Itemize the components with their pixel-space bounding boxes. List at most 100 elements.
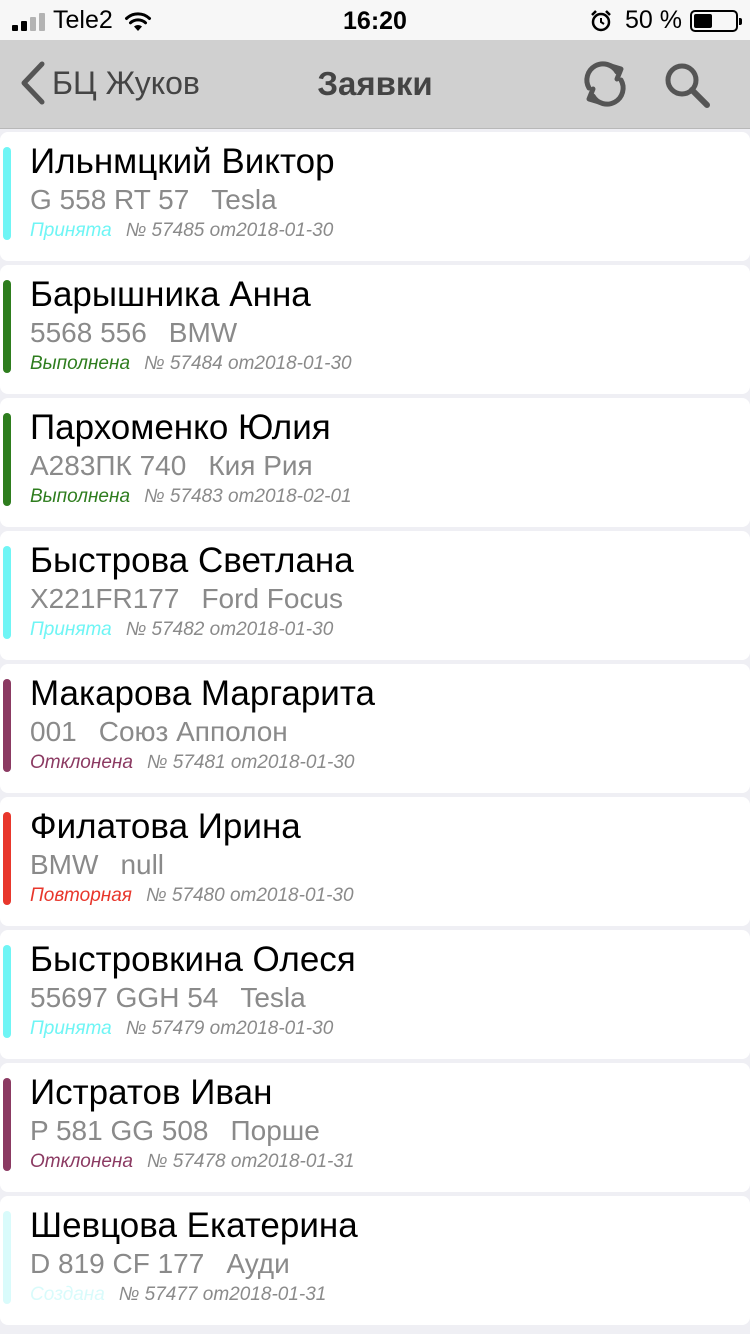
vehicle-model: Союз Апполон: [98, 716, 288, 747]
status-color-bar: [3, 945, 11, 1038]
vehicle-plate: D 819 CF 177: [30, 1248, 205, 1279]
status-color-bar: [3, 1078, 11, 1171]
request-number: № 57481: [146, 752, 226, 773]
request-status: Отклонена: [30, 752, 133, 773]
request-date: от2018-01-30: [229, 885, 354, 906]
back-button[interactable]: БЦ Жуков: [18, 60, 200, 106]
vehicle-plate: X221FR177: [30, 583, 180, 614]
vehicle-info: D 819 CF 177 Ауди: [30, 1248, 290, 1280]
request-date: от2018-01-30: [228, 353, 352, 374]
client-name: Ильнмцкий Виктор: [30, 142, 335, 181]
request-meta: Повторная № 57480 от2018-01-30: [30, 885, 354, 907]
request-list-item[interactable]: Шевцова Екатерина D 819 CF 177 Ауди Создана…: [0, 1196, 750, 1325]
request-meta: Выполнена № 57484 от2018-01-30: [30, 353, 352, 375]
vehicle-plate: А283ПК 740: [30, 450, 187, 481]
request-meta: Принята № 57485 от2018-01-30: [30, 220, 333, 242]
navigation-bar: БЦ Жуков Заявки: [0, 40, 750, 129]
request-list-item[interactable]: Барышника Анна 5568 556 BMW Выполнена № 5748…: [0, 265, 750, 394]
status-color-bar: [3, 546, 11, 639]
vehicle-model: null: [120, 849, 165, 880]
request-list-item[interactable]: Быстрова Светлана X221FR177 Ford Focus Прин…: [0, 531, 750, 660]
request-number: № 57479: [125, 1018, 205, 1039]
battery-percentage: 50 %: [625, 6, 682, 34]
request-number: № 57483: [144, 486, 223, 507]
request-list-item[interactable]: Быстровкина Олеся 55697 GGH 54 Tesla Принят…: [0, 930, 750, 1059]
status-color-bar: [3, 679, 11, 772]
request-number: № 57480: [145, 885, 225, 906]
request-meta: Выполнена № 57483 от2018-02-01: [30, 486, 352, 508]
request-meta: Отклонена № 57481 от2018-01-30: [30, 752, 354, 774]
status-color-bar: [3, 280, 11, 373]
vehicle-plate: BMW: [30, 849, 99, 880]
client-name: Макарова Маргарита: [30, 674, 375, 713]
request-list-item[interactable]: Ильнмцкий Виктор G 558 RT 57 Tesla Принята №…: [0, 132, 750, 261]
client-name: Филатова Ирина: [30, 807, 301, 846]
request-status: Принята: [30, 619, 112, 640]
request-number: № 57482: [125, 619, 205, 640]
request-date: от2018-01-30: [209, 1018, 334, 1039]
vehicle-model: Кия Рия: [208, 450, 313, 481]
vehicle-model: Порше: [230, 1115, 320, 1146]
request-date: от2018-01-31: [202, 1284, 327, 1305]
battery-icon: [690, 9, 742, 32]
request-date: от2018-01-31: [230, 1151, 355, 1172]
request-date: от2018-01-30: [230, 752, 355, 773]
vehicle-plate: P 581 GG 508: [30, 1115, 209, 1146]
vehicle-info: BMW null: [30, 849, 164, 881]
request-list-item[interactable]: Истратов Иван P 581 GG 508 Порше Отклонена №…: [0, 1063, 750, 1192]
vehicle-model: Tesla: [240, 982, 306, 1013]
status-right: 50 %: [589, 6, 742, 35]
search-icon[interactable]: [662, 60, 712, 110]
vehicle-model: Ауди: [226, 1248, 290, 1279]
vehicle-info: 5568 556 BMW: [30, 317, 237, 349]
request-meta: Отклонена № 57478 от2018-01-31: [30, 1151, 354, 1173]
client-name: Истратов Иван: [30, 1073, 273, 1112]
request-date: от2018-02-01: [228, 486, 352, 507]
request-status: Принята: [30, 1018, 112, 1039]
request-number: № 57485: [125, 220, 205, 241]
vehicle-plate: G 558 RT 57: [30, 184, 190, 215]
request-meta: Создана № 57477 от2018-01-31: [30, 1284, 326, 1306]
refresh-icon[interactable]: [580, 58, 630, 110]
request-status: Создана: [30, 1284, 105, 1305]
client-name: Пархоменко Юлия: [30, 408, 331, 447]
vehicle-plate: 5568 556: [30, 317, 147, 348]
request-list-item[interactable]: Макарова Маргарита 001 Союз Апполон Отклоне…: [0, 664, 750, 793]
back-button-label: БЦ Жуков: [52, 64, 200, 101]
request-status: Выполнена: [30, 486, 131, 507]
vehicle-model: BMW: [168, 317, 238, 348]
request-date: от2018-01-30: [209, 619, 334, 640]
request-status: Принята: [30, 220, 112, 241]
battery-level: [694, 13, 712, 28]
status-color-bar: [3, 1211, 11, 1304]
status-color-bar: [3, 147, 11, 240]
client-name: Барышника Анна: [30, 275, 311, 314]
vehicle-model: Tesla: [211, 184, 277, 215]
request-list: Ильнмцкий Виктор G 558 RT 57 Tesla Принята №…: [0, 132, 750, 1329]
request-date: от2018-01-30: [209, 220, 334, 241]
request-list-item[interactable]: Филатова Ирина BMW null Повторная № 57480 от…: [0, 797, 750, 926]
vehicle-model: Ford Focus: [201, 583, 344, 614]
status-color-bar: [3, 413, 11, 506]
chevron-left-icon: [21, 61, 45, 105]
vehicle-plate: 55697 GGH 54: [30, 982, 219, 1013]
client-name: Шевцова Екатерина: [30, 1206, 358, 1245]
request-number: № 57484: [144, 353, 223, 374]
request-list-item[interactable]: Пархоменко Юлия А283ПК 740 Кия Рия Выполнен…: [0, 398, 750, 527]
status-color-bar: [3, 812, 11, 905]
vehicle-info: P 581 GG 508 Порше: [30, 1115, 320, 1147]
status-bar: Tele2 16:20 50 %: [0, 0, 750, 40]
request-status: Отклонена: [30, 1151, 133, 1172]
request-meta: Принята № 57482 от2018-01-30: [30, 619, 333, 641]
alarm-clock-icon: [591, 9, 611, 31]
vehicle-info: 55697 GGH 54 Tesla: [30, 982, 306, 1014]
vehicle-plate: 001: [30, 716, 77, 747]
vehicle-info: 001 Союз Апполон: [30, 716, 288, 748]
request-number: № 57478: [146, 1151, 226, 1172]
request-status: Повторная: [30, 885, 132, 906]
client-name: Быстровкина Олеся: [30, 940, 356, 979]
client-name: Быстрова Светлана: [30, 541, 354, 580]
vehicle-info: G 558 RT 57 Tesla: [30, 184, 277, 216]
vehicle-info: X221FR177 Ford Focus: [30, 583, 343, 615]
request-meta: Принята № 57479 от2018-01-30: [30, 1018, 333, 1040]
